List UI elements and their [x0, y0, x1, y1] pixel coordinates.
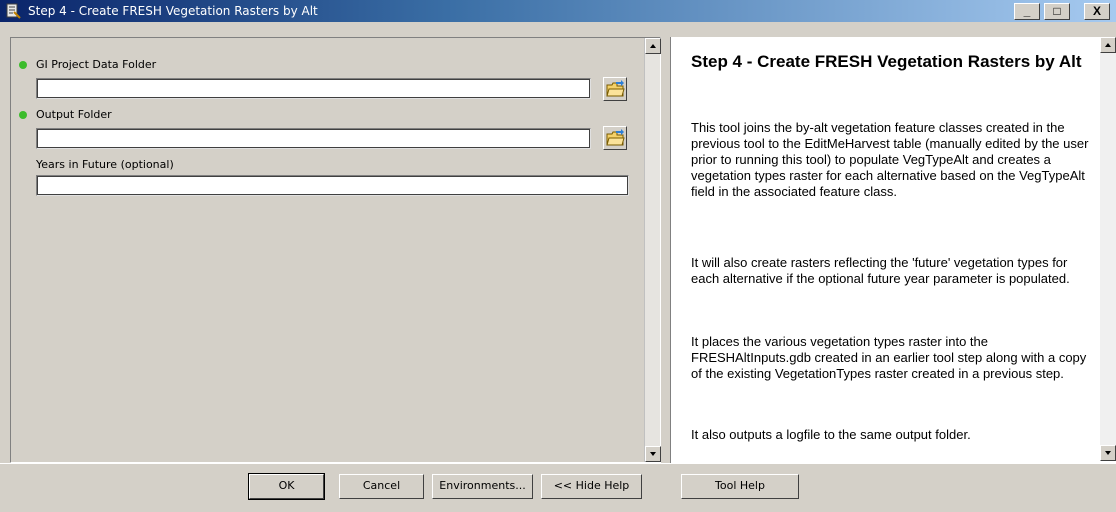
help-paragraph-1: This tool joins the by-alt vegetation fe…	[691, 120, 1089, 199]
scroll-up-button[interactable]	[645, 38, 661, 54]
minimize-icon: _	[1023, 4, 1031, 18]
close-icon: X	[1092, 4, 1101, 18]
title-bar[interactable]: Step 4 - Create FRESH Vegetation Rasters…	[0, 0, 1116, 22]
required-indicator-icon	[19, 111, 27, 119]
maximize-icon: □	[1053, 4, 1061, 18]
help-scrollbar[interactable]	[1100, 37, 1116, 461]
window-title: Step 4 - Create FRESH Vegetation Rasters…	[28, 4, 318, 18]
param-label-output-folder: Output Folder	[36, 108, 112, 121]
environments-button[interactable]: Environments...	[432, 474, 533, 499]
maximize-button[interactable]: □	[1044, 3, 1070, 20]
scroll-down-button[interactable]	[645, 446, 661, 462]
hide-help-button[interactable]: << Hide Help	[541, 474, 642, 499]
help-scroll-down-button[interactable]	[1100, 445, 1116, 461]
arrow-up-icon	[1105, 43, 1111, 47]
arrow-down-icon	[1105, 451, 1111, 455]
button-bar: OK Cancel Environments... << Hide Help T…	[0, 463, 1116, 512]
required-indicator-icon	[19, 61, 27, 69]
help-paragraph-2: It will also create rasters reflecting t…	[691, 255, 1070, 286]
script-tool-icon	[6, 3, 21, 19]
folder-open-icon	[606, 80, 625, 97]
years-in-future-input[interactable]	[36, 175, 629, 196]
gi-project-data-folder-input[interactable]	[36, 78, 591, 99]
browse-gi-project-folder-button[interactable]	[603, 77, 627, 101]
help-scroll-up-button[interactable]	[1100, 37, 1116, 53]
parameters-scrollbar[interactable]	[644, 38, 661, 462]
close-button[interactable]: X	[1084, 3, 1110, 20]
help-paragraph-4: It also outputs a logfile to the same ou…	[691, 427, 971, 442]
browse-output-folder-button[interactable]	[603, 126, 627, 150]
param-label-gi-project-data-folder: GI Project Data Folder	[36, 58, 157, 71]
help-title: Step 4 - Create FRESH Vegetation Rasters…	[691, 52, 1082, 71]
arrow-up-icon	[650, 44, 656, 48]
arrow-down-icon	[650, 452, 656, 456]
help-paragraph-3: It places the various vegetation types r…	[691, 334, 1087, 381]
output-folder-input[interactable]	[36, 128, 591, 149]
help-panel: Step 4 - Create FRESH Vegetation Rasters…	[670, 37, 1116, 463]
folder-open-icon	[606, 129, 625, 146]
ok-button[interactable]: OK	[248, 473, 325, 500]
minimize-button[interactable]: _	[1014, 3, 1040, 20]
cancel-button[interactable]: Cancel	[339, 474, 424, 499]
tool-help-button[interactable]: Tool Help	[681, 474, 799, 499]
parameters-panel: GI Project Data Folder Output Folder Yea…	[10, 37, 661, 463]
param-label-years-in-future: Years in Future (optional)	[36, 158, 174, 171]
